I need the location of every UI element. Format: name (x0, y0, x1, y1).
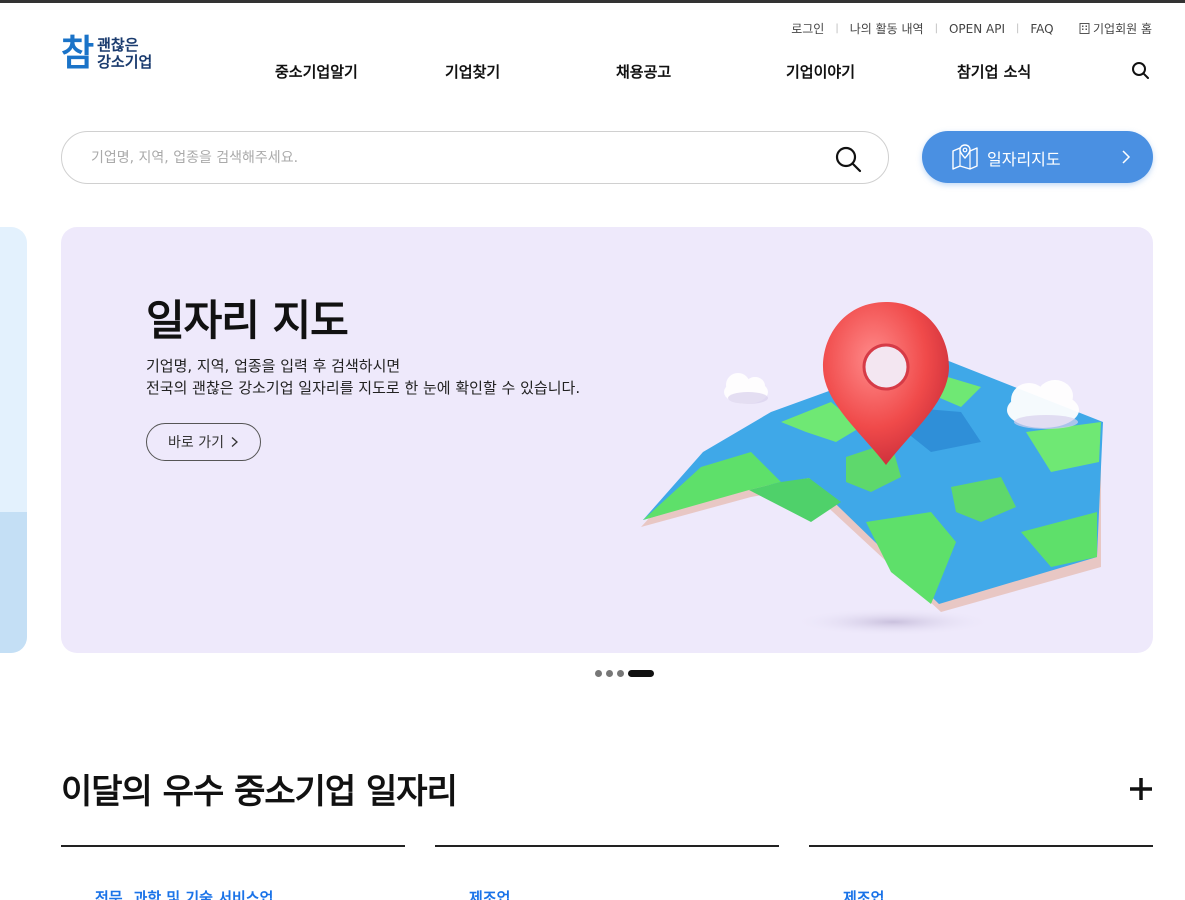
building-icon (1079, 23, 1090, 34)
nav-item-news[interactable]: 참기업 소식 (957, 61, 1031, 82)
previous-slide-peek[interactable] (0, 227, 27, 653)
carousel-pagination (595, 670, 654, 677)
job-card-category: 제조업 (469, 889, 511, 900)
top-border (0, 0, 1185, 3)
chevron-right-icon (231, 437, 238, 447)
carousel-dot-active[interactable] (628, 670, 654, 677)
job-card[interactable]: 제조업 (435, 845, 779, 900)
divider: | (934, 23, 938, 34)
logo-line1: 괜찮은 (97, 36, 139, 54)
map-pin-illustration (641, 302, 1103, 636)
faq-link[interactable]: FAQ (1030, 22, 1053, 36)
divider: | (835, 23, 839, 34)
hero-slide: 일자리 지도 기업명, 지역, 업종을 입력 후 검색하시면 전국의 괜찮은 강… (61, 227, 1153, 653)
nav-item-sme-info[interactable]: 중소기업알기 (275, 61, 358, 82)
job-card-category: 제조업 (843, 889, 885, 900)
hero-desc-line2: 전국의 괜찮은 강소기업 일자리를 지도로 한 눈에 확인할 수 있습니다. (146, 379, 581, 397)
job-card[interactable]: 제조업 (809, 845, 1153, 900)
job-map-button-label: 일자리지도 (987, 150, 1061, 169)
corporate-home-label: 기업회원 홈 (1092, 22, 1152, 36)
chevron-right-icon (1122, 150, 1131, 164)
hero-description: 기업명, 지역, 업종을 입력 후 검색하시면 전국의 괜찮은 강소기업 일자리… (146, 355, 580, 399)
hero-title: 일자리 지도 (146, 296, 349, 345)
job-map-button[interactable]: 일자리지도 (922, 131, 1153, 183)
plus-icon[interactable] (1128, 776, 1154, 802)
main-nav: 중소기업알기 기업찾기 채용공고 기업이야기 참기업 소식 (0, 61, 1185, 81)
go-now-button[interactable]: 바로 가기 (146, 423, 261, 461)
nav-item-company-stories[interactable]: 기업이야기 (786, 61, 855, 82)
search-bar (61, 131, 889, 184)
map-icon (952, 144, 978, 170)
search-icon[interactable] (1130, 60, 1150, 80)
open-api-link[interactable]: OPEN API (949, 22, 1005, 36)
search-icon[interactable] (833, 144, 863, 174)
nav-item-find-company[interactable]: 기업찾기 (445, 61, 500, 82)
utility-nav: 로그인 | 나의 활동 내역 | OPEN API | FAQ | 기업회원 홈 (791, 20, 1152, 37)
corporate-home-link[interactable]: 기업회원 홈 (1079, 20, 1152, 37)
carousel-dot[interactable] (606, 670, 613, 677)
job-card[interactable]: 전문, 과학 및 기술 서비스업 (61, 845, 405, 900)
login-link[interactable]: 로그인 (791, 20, 824, 37)
hero-desc-line1: 기업명, 지역, 업종을 입력 후 검색하시면 (146, 357, 401, 375)
my-activity-link[interactable]: 나의 활동 내역 (850, 20, 924, 37)
search-input[interactable] (91, 146, 791, 170)
job-card-category: 전문, 과학 및 기술 서비스업 (95, 889, 274, 900)
carousel-dot[interactable] (595, 670, 602, 677)
section-title: 이달의 우수 중소기업 일자리 (61, 772, 458, 812)
carousel-dot[interactable] (617, 670, 624, 677)
nav-item-job-postings[interactable]: 채용공고 (616, 61, 671, 82)
go-now-label: 바로 가기 (168, 435, 224, 451)
divider: | (1015, 23, 1020, 34)
